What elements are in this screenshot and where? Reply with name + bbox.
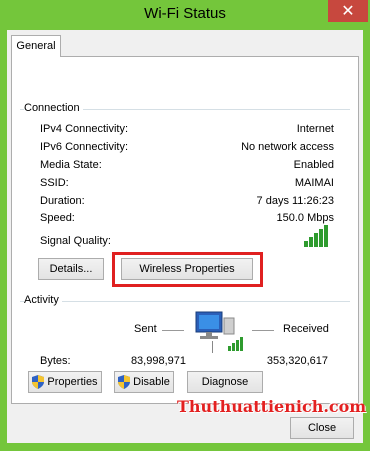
shield-icon <box>32 375 45 389</box>
signal-bar-4 <box>319 229 323 247</box>
properties-button[interactable]: Properties <box>28 371 102 393</box>
signal-bar-2 <box>309 237 313 247</box>
activity-title: Activity <box>24 294 62 306</box>
general-panel: Connection IPv4 Connectivity: Internet I… <box>11 56 359 404</box>
bytes-sent-value: 83,998,971 <box>130 355 186 367</box>
ipv6-label: IPv6 Connectivity: <box>40 141 129 153</box>
sent-line <box>162 330 184 331</box>
network-computer-icon <box>190 309 250 355</box>
wifi-status-window: Wi-Fi Status ✕ General Connection IPv4 C… <box>0 0 370 451</box>
media-state-label: Media State: <box>40 159 102 171</box>
watermark-text: Thuthuattienich.com <box>177 397 367 416</box>
tab-general[interactable]: General <box>11 35 61 57</box>
disable-label: Disable <box>133 376 170 388</box>
close-button[interactable]: Close <box>290 417 354 439</box>
ipv4-label: IPv4 Connectivity: <box>40 123 129 135</box>
tab-label: General <box>16 40 56 52</box>
diagnose-label: Diagnose <box>201 376 249 388</box>
duration-label: Duration: <box>40 195 85 207</box>
window-close-button[interactable]: ✕ <box>328 0 368 22</box>
signal-bar-3 <box>314 233 318 247</box>
close-label: Close <box>307 422 337 434</box>
disable-button[interactable]: Disable <box>114 371 174 393</box>
bytes-label: Bytes: <box>40 355 71 367</box>
window-title: Wi-Fi Status <box>144 5 226 22</box>
diagnose-button[interactable]: Diagnose <box>187 371 263 393</box>
properties-label: Properties <box>47 376 98 388</box>
shield-icon <box>118 375 131 389</box>
duration-value: 7 days 11:26:23 <box>256 195 334 207</box>
sent-label: Sent <box>134 323 157 335</box>
close-icon: ✕ <box>341 3 355 20</box>
received-line <box>252 330 274 331</box>
ipv4-value: Internet <box>296 123 334 135</box>
received-label: Received <box>283 323 329 335</box>
signal-bar-1 <box>304 241 308 247</box>
activity-divider <box>20 301 350 302</box>
highlight-box <box>112 252 263 287</box>
ssid-label: SSID: <box>40 177 69 189</box>
dialog-client: General Connection IPv4 Connectivity: In… <box>7 30 367 443</box>
media-state-value: Enabled <box>293 159 334 171</box>
title-bar[interactable]: Wi-Fi Status ✕ <box>0 0 370 30</box>
connection-title: Connection <box>24 102 83 114</box>
ssid-value: MAIMAI <box>294 177 334 189</box>
details-button-label: Details... <box>49 263 93 275</box>
signal-bar-5 <box>324 225 328 247</box>
details-button[interactable]: Details... <box>38 258 104 280</box>
signal-strength-icon <box>304 223 328 247</box>
speed-label: Speed: <box>40 212 75 224</box>
ipv6-value: No network access <box>241 141 334 153</box>
signal-quality-label: Signal Quality: <box>40 235 111 247</box>
bytes-received-value: 353,320,617 <box>266 355 328 367</box>
